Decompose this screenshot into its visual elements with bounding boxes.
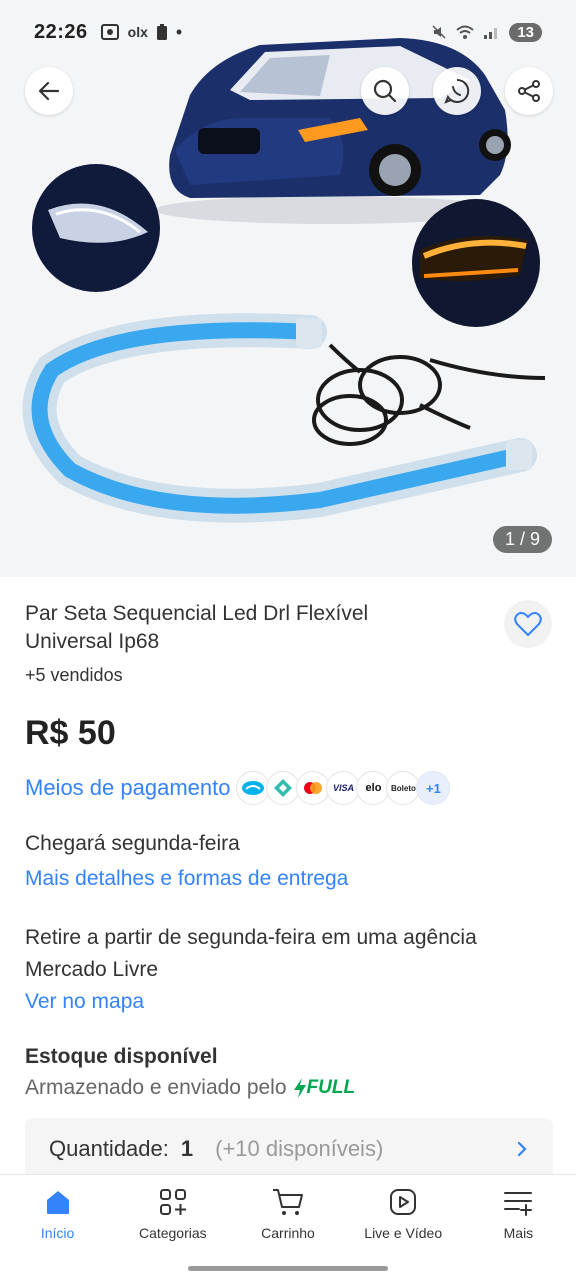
- home-icon: [46, 1191, 69, 1214]
- menu-plus-icon: [504, 1192, 533, 1216]
- product-image: [22, 38, 546, 523]
- headlight-inset-right: [412, 199, 540, 327]
- visa-icon: VISA: [326, 771, 361, 805]
- status-time: 22:26: [34, 20, 88, 43]
- pix-icon: [266, 771, 301, 805]
- status-bar: 22:26 olx • 13: [0, 0, 576, 64]
- quantity-available: (+10 disponíveis): [215, 1136, 384, 1161]
- stock-subtitle-text: Armazenado e enviado pelo: [25, 1076, 287, 1099]
- olx-notification-icon: olx: [127, 24, 148, 40]
- headlight-inset-left: [32, 164, 160, 292]
- battery-level: 13: [509, 22, 542, 42]
- full-label: FULL: [306, 1077, 356, 1098]
- nav-item-more[interactable]: Mais: [461, 1175, 576, 1280]
- shipping-arrival: Chegará segunda-feira: [25, 832, 240, 855]
- play-video-icon: [390, 1189, 417, 1215]
- nav-label-more: Mais: [503, 1225, 534, 1241]
- elo-icon: elo: [356, 771, 391, 805]
- categories-icon: [159, 1189, 186, 1215]
- product-price: R$ 50: [25, 714, 116, 752]
- payment-methods-link[interactable]: Meios de pagamento: [25, 775, 230, 801]
- quantity-selector[interactable]: Quantidade: 1 (+10 disponíveis): [25, 1118, 553, 1180]
- quantity-value: 1: [180, 1136, 194, 1161]
- nav-item-home[interactable]: Início: [0, 1175, 115, 1280]
- share-icon: [518, 80, 540, 102]
- nav-label-cart: Carrinho: [261, 1225, 315, 1241]
- nav-item-cart[interactable]: Carrinho: [230, 1175, 345, 1280]
- car-illustration: [155, 38, 511, 224]
- mute-icon: [432, 25, 446, 39]
- dot-icon: •: [175, 21, 183, 42]
- heart-icon: [514, 612, 542, 636]
- cart-icon: [273, 1189, 303, 1215]
- whatsapp-share-button[interactable]: [433, 67, 481, 115]
- sold-count: +5 vendidos: [25, 665, 123, 685]
- led-strip: [22, 313, 537, 523]
- search-button[interactable]: [361, 67, 409, 115]
- payment-icons: VISA elo Boleto +1: [236, 771, 451, 805]
- nav-item-live-video[interactable]: Live e Vídeo: [346, 1175, 461, 1280]
- led-wires: [312, 343, 546, 446]
- product-gallery[interactable]: 22:26 olx • 13 1 / 9: [0, 0, 576, 577]
- chevron-right-icon: [517, 1141, 527, 1157]
- back-icon: [38, 81, 60, 101]
- lightning-icon: [293, 1078, 306, 1098]
- pickup-info: Retire a partir de segunda-feira em uma …: [25, 926, 477, 981]
- bottom-navigation: Início Categorias Carrinho Live e Vídeo …: [0, 1174, 576, 1280]
- view-map-link[interactable]: Ver no mapa: [25, 990, 144, 1014]
- screen-record-icon: [100, 24, 119, 40]
- quantity-label: Quantidade:: [49, 1136, 169, 1161]
- home-indicator[interactable]: [188, 1266, 388, 1271]
- mercadopago-icon: [236, 771, 271, 805]
- back-button[interactable]: [25, 67, 73, 115]
- nav-label-categories: Categorias: [138, 1225, 207, 1241]
- signal-icon: [484, 28, 498, 39]
- stock-subtitle: Armazenado e enviado pelo FULL: [25, 1076, 355, 1100]
- wifi-icon: [456, 25, 474, 39]
- nav-label-home: Início: [40, 1225, 75, 1241]
- full-badge: FULL: [293, 1077, 356, 1099]
- shipping-details-link[interactable]: Mais detalhes e formas de entrega: [25, 867, 348, 891]
- stock-title: Estoque disponível: [25, 1045, 218, 1068]
- nav-item-categories[interactable]: Categorias: [115, 1175, 230, 1280]
- nav-label-live-video: Live e Vídeo: [364, 1225, 443, 1241]
- search-icon: [373, 79, 397, 103]
- whatsapp-share-icon: [444, 78, 470, 104]
- mastercard-icon: [296, 771, 331, 805]
- favorite-button[interactable]: [504, 600, 552, 648]
- image-counter: 1 / 9: [492, 526, 552, 553]
- boleto-icon: Boleto: [386, 771, 421, 805]
- product-title: Par Seta Sequencial Led Drl Flexível Uni…: [25, 602, 369, 653]
- share-button[interactable]: [505, 67, 553, 115]
- battery-alert-icon: [156, 24, 167, 40]
- more-payment-badge[interactable]: +1: [416, 771, 451, 805]
- payment-methods-row[interactable]: Meios de pagamento VISA elo Boleto +1: [25, 770, 451, 806]
